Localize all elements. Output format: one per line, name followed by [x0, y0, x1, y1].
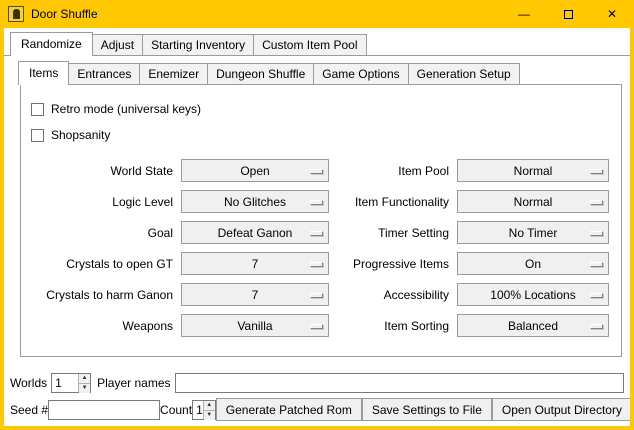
- worlds-label: Worlds: [10, 376, 47, 390]
- dropdown-value: Defeat Ganon: [218, 226, 293, 240]
- timer-setting-label: Timer Setting: [335, 226, 451, 240]
- retro-mode-label: Retro mode (universal keys): [51, 102, 201, 116]
- dropdown-value: No Timer: [509, 226, 558, 240]
- open-output-directory-button[interactable]: Open Output Directory: [492, 398, 630, 421]
- retro-mode-checkbox[interactable]: Retro mode (universal keys): [31, 99, 613, 119]
- dropdown-indicator-icon: [590, 169, 603, 174]
- app-window: Door Shuffle — ✕ Randomize Adjust Starti…: [0, 0, 634, 430]
- tab-adjust[interactable]: Adjust: [92, 34, 143, 55]
- crystals-gt-label: Crystals to open GT: [29, 257, 175, 271]
- maximize-icon[interactable]: [546, 0, 590, 28]
- checkbox-icon[interactable]: [31, 129, 44, 142]
- dropdown-value: No Glitches: [224, 195, 286, 209]
- tab-enemizer[interactable]: Enemizer: [139, 63, 208, 84]
- tab-custom-item-pool[interactable]: Custom Item Pool: [253, 34, 366, 55]
- item-pool-label: Item Pool: [335, 164, 451, 178]
- dropdown-indicator-icon: [310, 262, 323, 267]
- crystals-ganon-dropdown[interactable]: 7: [181, 283, 329, 306]
- app-icon: [8, 6, 24, 22]
- dropdown-value: 7: [252, 257, 259, 271]
- crystals-gt-dropdown[interactable]: 7: [181, 252, 329, 275]
- world-state-dropdown[interactable]: Open: [181, 159, 329, 182]
- dropdown-value: Normal: [514, 195, 553, 209]
- titlebar[interactable]: Door Shuffle — ✕: [0, 0, 634, 28]
- options-grid: World State Open Item Pool Normal Logic …: [29, 159, 613, 337]
- close-icon[interactable]: ✕: [590, 0, 634, 28]
- dropdown-value: Normal: [514, 164, 553, 178]
- sub-tabbar: Items Entrances Enemizer Dungeon Shuffle…: [4, 56, 630, 84]
- dropdown-indicator-icon: [590, 200, 603, 205]
- dropdown-indicator-icon: [590, 262, 603, 267]
- minimize-icon[interactable]: —: [502, 0, 546, 28]
- count-value: 1: [193, 401, 203, 419]
- worlds-spinner[interactable]: 1 ▲ ▼: [51, 373, 91, 393]
- logic-level-dropdown[interactable]: No Glitches: [181, 190, 329, 213]
- main-tabbar: Randomize Adjust Starting Inventory Cust…: [4, 28, 630, 55]
- timer-setting-dropdown[interactable]: No Timer: [457, 221, 609, 244]
- window-title: Door Shuffle: [31, 7, 98, 21]
- progressive-items-label: Progressive Items: [335, 257, 451, 271]
- tab-randomize[interactable]: Randomize: [10, 32, 93, 56]
- tab-game-options[interactable]: Game Options: [313, 63, 408, 84]
- item-pool-dropdown[interactable]: Normal: [457, 159, 609, 182]
- worlds-value: 1: [52, 374, 78, 392]
- weapons-dropdown[interactable]: Vanilla: [181, 314, 329, 337]
- tab-items[interactable]: Items: [18, 61, 69, 85]
- dropdown-indicator-icon: [590, 293, 603, 298]
- dropdown-value: On: [525, 257, 541, 271]
- goal-dropdown[interactable]: Defeat Ganon: [181, 221, 329, 244]
- spin-down-icon[interactable]: ▼: [204, 410, 215, 420]
- generate-patched-rom-button[interactable]: Generate Patched Rom: [216, 398, 362, 421]
- item-sorting-label: Item Sorting: [335, 319, 451, 333]
- dropdown-indicator-icon: [310, 231, 323, 236]
- seed-label: Seed #: [10, 403, 48, 417]
- spin-up-icon[interactable]: ▲: [79, 374, 90, 383]
- player-names-label: Player names: [97, 376, 170, 390]
- dropdown-value: 7: [252, 288, 259, 302]
- goal-label: Goal: [29, 226, 175, 240]
- dropdown-value: Balanced: [508, 319, 558, 333]
- dropdown-indicator-icon: [310, 324, 323, 329]
- accessibility-label: Accessibility: [335, 288, 451, 302]
- item-functionality-dropdown[interactable]: Normal: [457, 190, 609, 213]
- spin-up-icon[interactable]: ▲: [204, 401, 215, 410]
- dropdown-value: Vanilla: [237, 319, 272, 333]
- item-functionality-label: Item Functionality: [335, 195, 451, 209]
- accessibility-dropdown[interactable]: 100% Locations: [457, 283, 609, 306]
- bottom-frame: Worlds 1 ▲ ▼ Player names Seed #: [4, 367, 630, 426]
- dropdown-indicator-icon: [590, 324, 603, 329]
- progressive-items-dropdown[interactable]: On: [457, 252, 609, 275]
- spin-down-icon[interactable]: ▼: [79, 383, 90, 393]
- dropdown-indicator-icon: [590, 231, 603, 236]
- player-names-input[interactable]: [175, 373, 625, 393]
- randomize-pane: Items Entrances Enemizer Dungeon Shuffle…: [4, 55, 630, 367]
- dropdown-indicator-icon: [310, 200, 323, 205]
- tab-generation-setup[interactable]: Generation Setup: [408, 63, 520, 84]
- crystals-ganon-label: Crystals to harm Ganon: [29, 288, 175, 302]
- world-state-label: World State: [29, 164, 175, 178]
- weapons-label: Weapons: [29, 319, 175, 333]
- save-settings-button[interactable]: Save Settings to File: [362, 398, 492, 421]
- dropdown-value: Open: [240, 164, 269, 178]
- shopsanity-label: Shopsanity: [51, 128, 110, 142]
- tab-entrances[interactable]: Entrances: [68, 63, 140, 84]
- shopsanity-checkbox[interactable]: Shopsanity: [31, 125, 613, 145]
- items-pane: Retro mode (universal keys) Shopsanity W…: [20, 84, 622, 357]
- item-sorting-dropdown[interactable]: Balanced: [457, 314, 609, 337]
- tab-starting-inventory[interactable]: Starting Inventory: [142, 34, 254, 55]
- window-body: Randomize Adjust Starting Inventory Cust…: [4, 28, 630, 426]
- count-spinner[interactable]: 1 ▲ ▼: [192, 400, 216, 420]
- tab-dungeon-shuffle[interactable]: Dungeon Shuffle: [207, 63, 314, 84]
- dropdown-indicator-icon: [310, 293, 323, 298]
- worlds-row: Worlds 1 ▲ ▼ Player names: [10, 371, 624, 394]
- dropdown-value: 100% Locations: [490, 288, 575, 302]
- dropdown-indicator-icon: [310, 169, 323, 174]
- seed-row: Seed # Count 1 ▲ ▼ Generate Patched Rom …: [10, 398, 624, 421]
- seed-input[interactable]: [48, 400, 160, 420]
- checkbox-icon[interactable]: [31, 103, 44, 116]
- count-label: Count: [160, 403, 192, 417]
- logic-level-label: Logic Level: [29, 195, 175, 209]
